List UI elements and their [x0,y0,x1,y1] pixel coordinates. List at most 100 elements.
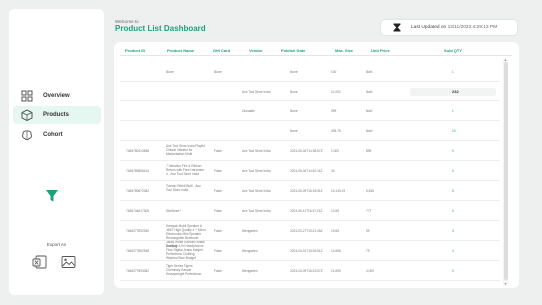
cell-gift-card: False [214,149,222,153]
table-row[interactable]: Ziocastle None 999 NaN 1 [120,101,500,121]
sidebar-item-label: Products [43,112,70,118]
cell-unit-price: 4,000 [366,269,374,273]
cell-unit-price: 899 [366,149,372,153]
cell-sold-qty: 232 [452,88,459,94]
hourglass-icon [393,23,401,32]
scroll-down-icon[interactable]: ▼ [503,282,508,286]
cell-sold-qty: 3 [452,229,454,233]
sidebar-item-label: Overview [43,93,70,99]
cell-unit-price: 79 [366,249,370,253]
cell-product-id: 7466277892548 [126,249,150,253]
cell-max-size: 1,000 [331,149,339,153]
cell-publish-date: None [290,70,298,74]
cell-sold-qty: 0 [452,269,454,273]
table-row[interactable]: 7466277892548 Kamyab 4-IN Headphones Flow… [120,241,500,261]
cell-max-size: 10,145.19 [331,189,346,193]
cell-sold-qty: 9 [452,149,454,153]
cell-product-id: 7466789672082 [126,189,150,193]
cell-sold-qty: 1 [452,70,454,74]
overview-grid-icon [21,90,33,102]
cell-gift-card: False [214,209,222,213]
filter-icon[interactable] [45,189,59,203]
cell-sold-qty: 5 [452,189,454,193]
cell-gift-card: False [214,189,222,193]
cell-gift-card: False [214,269,222,273]
column-header-max-size[interactable]: Max. Size [335,48,353,53]
cell-publish-date: None [290,129,298,133]
cell-max-size: 493.75 [331,129,341,133]
column-header-publish-date[interactable]: Publish Date [281,48,305,53]
cell-unit-price: 777 [366,209,372,213]
column-header-product-id[interactable]: Product ID [125,48,145,53]
cell-publish-date: 2024-04-09T16:23:57Z [290,269,323,273]
cell-max-size: 100 [331,70,337,74]
column-header-sold-qty[interactable]: Sold QTY [444,48,462,53]
cell-sold-qty: 10 [452,129,456,133]
cell-unit-price: NaN [366,129,373,133]
sidebar: Overview Products Cohort Export As [9,9,104,295]
cell-max-size: 21,690 [331,269,341,273]
cell-product-id: 7466780413558 [126,149,150,153]
sidebar-item-label: Cohort [43,132,63,138]
cell-gift-card: False [214,249,222,253]
cell-product-name: Tiger Series Tigers Chemistry Kasvar Hea… [166,264,202,276]
cell-vendor: Wengarten [242,249,258,253]
page-title: Product List Dashboard [115,24,206,33]
cell-max-size: 34 [331,169,335,173]
sidebar-item-cohort[interactable]: Cohort [13,126,101,144]
table-row[interactable]: 7466780413558 Ace Tool Store India Playfu… [120,141,500,161]
table-row[interactable]: 7466789856414 7 Variation Fire & Ribbon R… [120,161,500,181]
table-scrollbar[interactable]: ▲ ▼ [503,58,508,286]
image-export-icon[interactable] [61,255,76,269]
table-row[interactable]: 7466277892250 Kamyab Mobil Speaker & JB5T… [120,221,500,248]
column-header-vendor[interactable]: Vendor [249,48,263,53]
cell-max-size: 14,666 [331,249,341,253]
cell-vendor: Wengarten [242,269,258,273]
product-table: Product ID Product Name Gift Card Vendor… [114,42,519,288]
cell-vendor: Ace Tool Store India [242,149,271,153]
cell-max-size: 19.66 [331,229,339,233]
table-row[interactable]: 7466789672082 Tomato Ribbit Bulb - Ace To… [120,181,500,201]
products-box-icon [21,109,33,121]
table-row[interactable]: 7466277893062 Tiger Series Tigers Chemist… [120,261,500,281]
cell-publish-date: 2024-06-11T15:47:21Z [290,209,323,213]
cell-gift-card: False [214,169,222,173]
cell-vendor: Ace Tool Store India [242,189,271,193]
cell-product-name: StarSeed * [166,209,182,213]
column-header-gift-card[interactable]: Gift Card [213,48,230,53]
scrollbar-thumb[interactable] [503,62,508,280]
cell-unit-price: NaN [366,89,373,94]
cell-max-size: 11,000 [331,89,341,94]
row-divider [120,280,500,281]
table-row[interactable]: 7466744617305 StarSeed * False Ace Tool Sto… [120,201,500,221]
cell-product-name: Tomato Ribbit Bulb - Ace Tool Store Indi… [166,184,201,192]
cell-vendor: Ace Tool Store India [242,209,271,213]
cell-publish-date: 2024-05-04T14:38:57Z [290,149,323,153]
cohort-brain-icon [22,130,32,141]
excel-export-icon[interactable] [32,255,47,269]
header-divider [120,55,512,56]
cell-vendor: Ziocastle [242,109,255,113]
cell-publish-date: 2024-05-09T16:18:51Z [290,189,323,193]
cell-sold-qty: 4 [452,249,454,253]
cell-max-size: 999 [331,109,337,113]
sidebar-item-products[interactable]: Products [13,106,101,124]
cell-vendor: Ace Tool Store India [242,89,271,94]
sidebar-item-overview[interactable]: Overview [13,87,101,105]
cell-publish-date: None [290,109,298,113]
column-header-product-name[interactable]: Product Name [167,48,194,53]
table-row[interactable]: Ace Tool Store India None 11,000 NaN 232 [120,82,500,101]
cell-sold-qty: 0 [452,169,454,173]
cell-product-name: Ace Tool Store India Playful Clitoral Vi… [166,144,205,156]
table-row[interactable]: None None None 100 NaN 1 [120,62,500,82]
last-updated-box: Last Updated on 12/11/2023 4:29:13 PM [381,20,517,35]
cell-product-id: 7466277892250 [126,229,150,233]
column-header-unit-price[interactable]: Unit Price [371,48,390,53]
cell-product-id: 7466744617305 [126,209,150,213]
cell-publish-date: None [290,89,298,94]
table-row[interactable]: None 493.75 NaN 10 [120,121,500,141]
cell-product-id: 7466789856414 [126,169,150,173]
last-updated-label: Last Updated on [411,24,447,30]
last-updated-timestamp: 12/11/2023 4:29:13 PM [447,24,498,30]
export-label: Export As [46,242,67,247]
